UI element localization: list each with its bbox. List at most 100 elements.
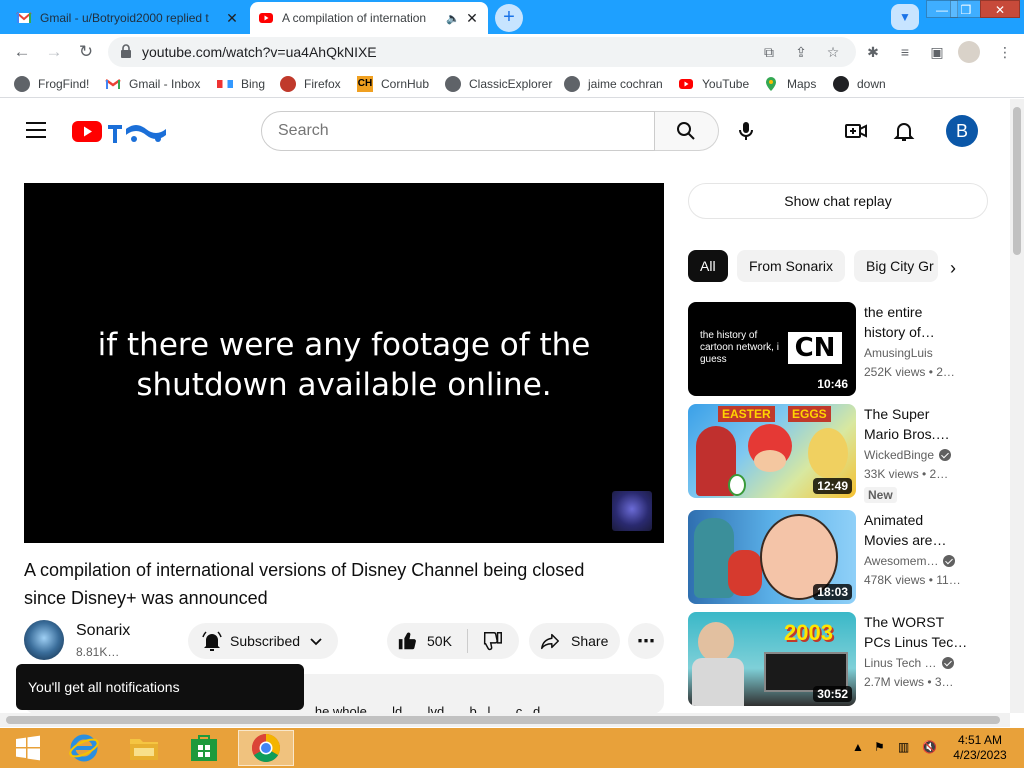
account-avatar[interactable]: B (946, 115, 978, 147)
tab-title: A compilation of internation (282, 11, 427, 25)
cartoon-network-logo: CN (788, 332, 842, 364)
close-window-button[interactable]: ✕ (980, 0, 1020, 18)
bookmark-bing[interactable]: Bing (217, 75, 265, 93)
recommended-video[interactable]: 18:03 Animated Movies are… Awesomem… 478… (688, 510, 988, 606)
media-control-icon[interactable]: ≡ (896, 43, 914, 61)
show-chat-replay-button[interactable]: Show chat replay (688, 183, 988, 219)
recommended-meta: 33K views • 2… (864, 467, 949, 481)
chip-all[interactable]: All (688, 250, 728, 282)
recommended-title[interactable]: the entire history of… (864, 302, 972, 342)
recommended-channel[interactable]: Awesomem… (864, 554, 956, 568)
chip-from-sonarix[interactable]: From Sonarix (737, 250, 846, 282)
side-panel-icon[interactable]: ▣ (928, 43, 946, 61)
taskbar-chrome[interactable] (238, 730, 294, 766)
thumbnail-text: the history of cartoon network, i guess (700, 330, 779, 365)
bookmark-cornhub[interactable]: CH CornHub (357, 75, 429, 93)
scrollbar-thumb[interactable] (1013, 107, 1021, 255)
network-icon[interactable]: ▥ (898, 740, 909, 754)
video-thumbnail[interactable]: the history of cartoon network, i guess … (688, 302, 856, 396)
character-art (808, 428, 848, 478)
create-video-icon[interactable] (844, 119, 868, 143)
bookmark-star-icon[interactable]: ☆ (824, 43, 842, 61)
recommended-channel[interactable]: WickedBinge (864, 448, 952, 462)
recommended-video[interactable]: EASTER EGGS 12:49 The Super Mario Bros.…… (688, 404, 988, 503)
extensions-icon[interactable]: ✱ (864, 43, 882, 61)
reload-icon[interactable]: ↻ (74, 40, 98, 64)
start-button[interactable] (0, 730, 56, 766)
tab-search-icon[interactable]: ▼ (891, 4, 919, 30)
video-player[interactable]: if there were any footage of the shutdow… (24, 183, 664, 543)
title-line: Movies are… (864, 532, 947, 548)
speaker-icon[interactable]: 🔈 (446, 12, 460, 25)
recommended-video[interactable]: the history of cartoon network, i guess … (688, 302, 988, 398)
browser-toolbar: ← → ↻ youtube.com/watch?v=ua4AhQkNIXE ⧉ … (0, 34, 1024, 70)
scrollbar-thumb[interactable] (6, 716, 1000, 724)
share-icon[interactable]: ⇪ (792, 43, 810, 61)
bookmark-youtube[interactable]: YouTube (678, 75, 749, 93)
recommended-channel[interactable]: Linus Tech … (864, 656, 954, 670)
share-button[interactable]: Share (529, 623, 620, 659)
thumbnail-text: EGGS (788, 406, 831, 422)
recommended-channel[interactable]: AmusingLuis (864, 346, 933, 360)
tab-strip: Gmail - u/Botryoid2000 replied t ✕ A com… (0, 0, 1024, 34)
taskbar-file-explorer[interactable] (116, 730, 172, 766)
notifications-bell-icon[interactable] (892, 119, 916, 143)
bookmark-classicexplorer[interactable]: ClassicExplorer (445, 75, 552, 93)
channel-name[interactable]: Sonarix (76, 622, 130, 640)
close-tab-icon[interactable]: ✕ (224, 10, 240, 27)
bookmark-firefox[interactable]: Firefox (280, 75, 341, 93)
forward-icon[interactable]: → (42, 40, 66, 64)
system-clock[interactable]: 4:51 AM 4/23/2023 (948, 733, 1012, 763)
more-actions-button[interactable]: ⋯ (628, 623, 664, 659)
hamburger-menu-icon[interactable] (26, 122, 46, 140)
recommended-title[interactable]: Animated Movies are… (864, 510, 972, 550)
video-thumbnail[interactable]: 2003 30:52 (688, 612, 856, 706)
vertical-scrollbar[interactable] (1010, 99, 1024, 713)
like-button[interactable]: 50K (387, 630, 467, 652)
menu-dots-icon[interactable]: ⋮ (996, 43, 1014, 61)
horizontal-scrollbar[interactable] (0, 713, 1010, 727)
caption-line: if there were any footage of the (97, 327, 591, 363)
back-icon[interactable]: ← (10, 40, 34, 64)
open-in-app-icon[interactable]: ⧉ (760, 43, 778, 61)
chevron-right-icon[interactable]: › (950, 258, 966, 278)
dislike-button[interactable] (468, 630, 518, 652)
title-line: Animated (864, 512, 924, 528)
subscribed-button[interactable]: Subscribed (188, 623, 338, 659)
channel-watermark[interactable] (612, 491, 652, 531)
taskbar-store[interactable] (176, 730, 232, 766)
new-tab-button[interactable]: + (495, 4, 523, 32)
recommended-video[interactable]: 2003 30:52 The WORST PCs Linus Tec… Linu… (688, 612, 988, 708)
restore-button[interactable]: ❒ (950, 0, 982, 18)
bookmark-maps[interactable]: Maps (763, 75, 816, 93)
tab-youtube[interactable]: A compilation of internation 🔈 ✕ (250, 2, 488, 34)
bookmark-down[interactable]: down (833, 75, 886, 93)
bookmark-gmail[interactable]: Gmail - Inbox (105, 75, 200, 93)
verified-check-icon (941, 657, 954, 669)
character-art (728, 550, 762, 596)
bookmark-jaime-cochran[interactable]: jaime cochran (564, 75, 663, 93)
profile-avatar[interactable] (958, 41, 980, 63)
taskbar-internet-explorer[interactable] (56, 730, 112, 766)
folder-icon (130, 739, 158, 760)
title-line: history of… (864, 324, 935, 340)
show-hidden-icons[interactable]: ▲ (852, 740, 864, 754)
bookmark-frogfind[interactable]: FrogFind! (14, 75, 89, 93)
recommended-title[interactable]: The WORST PCs Linus Tec… (864, 612, 972, 652)
video-thumbnail[interactable]: 18:03 (688, 510, 856, 604)
microphone-icon[interactable] (734, 119, 758, 143)
channel-avatar[interactable] (24, 620, 64, 660)
close-tab-icon[interactable]: ✕ (464, 10, 480, 27)
action-center-flag-icon[interactable]: ⚑ (874, 740, 885, 754)
search-button[interactable] (655, 111, 719, 151)
chip-big-city[interactable]: Big City Gr (854, 250, 938, 282)
firefox-icon (280, 76, 296, 92)
globe-icon (564, 76, 580, 92)
volume-muted-icon[interactable]: 🔇 (922, 740, 937, 754)
address-bar[interactable]: youtube.com/watch?v=ua4AhQkNIXE ⧉ ⇪ ☆ (108, 37, 856, 67)
recommended-title[interactable]: The Super Mario Bros.… (864, 404, 972, 444)
video-thumbnail[interactable]: EASTER EGGS 12:49 (688, 404, 856, 498)
search-input[interactable]: Search (261, 111, 655, 151)
youtube-logo[interactable] (72, 119, 172, 145)
tab-gmail[interactable]: Gmail - u/Botryoid2000 replied t ✕ (8, 2, 248, 34)
